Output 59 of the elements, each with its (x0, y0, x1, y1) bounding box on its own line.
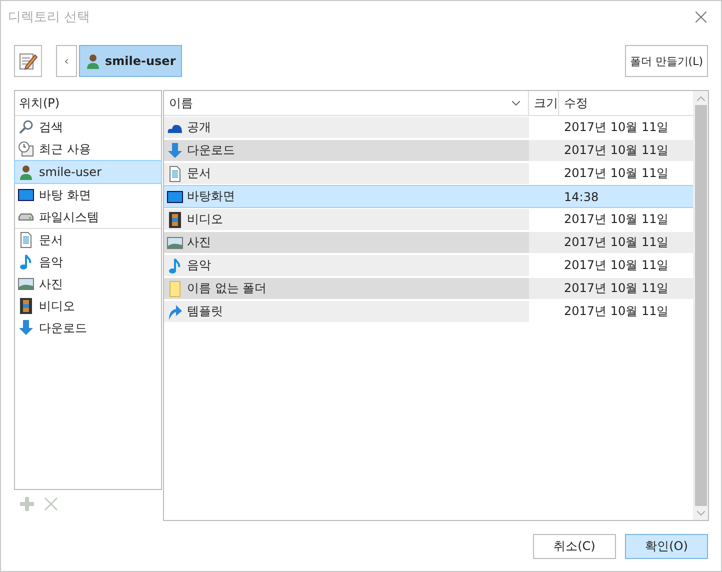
edit-location-button[interactable] (14, 45, 42, 77)
scrollbar[interactable] (693, 91, 708, 520)
place-item[interactable]: 문서 (14, 229, 162, 251)
document-icon (167, 166, 183, 182)
close-button[interactable]: × (681, 1, 721, 33)
file-name-cell[interactable]: 문서 (164, 163, 529, 184)
clock-document-icon (18, 141, 34, 157)
monitor-icon (18, 187, 34, 203)
new-folder-button[interactable]: 폴더 만들기(L) (624, 45, 708, 77)
image-icon (167, 234, 183, 250)
notepad-pencil-icon (18, 51, 38, 71)
file-name-cell[interactable]: 음악 (164, 255, 529, 276)
file-name-cell[interactable]: 공개 (164, 117, 529, 138)
scroll-up-icon[interactable] (697, 96, 705, 100)
music-note-icon (167, 258, 183, 274)
path-button[interactable]: smile-user (79, 45, 182, 77)
film-icon (167, 212, 183, 228)
cancel-button[interactable]: 취소(C) (533, 534, 616, 559)
place-item[interactable]: 음악 (14, 251, 162, 273)
place-item[interactable]: 파일시스템 (14, 206, 162, 228)
down-arrow-icon (167, 142, 183, 158)
modified-cell: 2017년 10월 11일 (529, 278, 693, 299)
image-icon (18, 276, 34, 292)
file-name-cell[interactable]: 바탕화면 (164, 186, 529, 207)
folder-icon (167, 280, 183, 296)
name-column-header[interactable]: 이름 (164, 91, 529, 115)
monitor-icon (167, 188, 183, 204)
place-item[interactable]: 사진 (14, 273, 162, 295)
scroll-down-icon[interactable] (697, 510, 705, 516)
file-name-cell[interactable]: 사진 (164, 232, 529, 253)
search-icon (18, 119, 34, 135)
shortcut-arrow-icon (167, 304, 183, 320)
user-icon (85, 53, 101, 69)
places-header: 위치(P) (19, 94, 60, 112)
file-name-cell[interactable]: 이름 없는 폴더 (164, 278, 529, 299)
window-title: 디렉토리 선택 (8, 9, 90, 26)
place-item[interactable]: smile-user (14, 160, 162, 184)
back-button[interactable]: ‹ (56, 45, 77, 77)
ok-button[interactable]: 확인(O) (625, 534, 708, 559)
modified-column-header[interactable]: 수정 (559, 91, 693, 115)
place-item[interactable]: 비디오 (14, 295, 162, 317)
file-name-cell[interactable]: 다운로드 (164, 140, 529, 161)
modified-cell: 2017년 10월 11일 (529, 140, 693, 161)
place-item[interactable]: 최근 사용 (14, 138, 162, 160)
place-item[interactable]: 바탕 화면 (14, 184, 162, 206)
down-arrow-icon (18, 320, 34, 336)
file-name-cell[interactable]: 비디오 (164, 209, 529, 230)
place-item[interactable]: 검색 (14, 116, 162, 138)
user-icon (18, 164, 34, 180)
film-icon (18, 298, 34, 314)
modified-cell: 2017년 10월 11일 (529, 232, 693, 253)
modified-cell: 14:38 (529, 186, 693, 207)
drive-icon (18, 213, 34, 221)
caret-icon (512, 100, 520, 106)
music-note-icon (18, 254, 34, 270)
document-icon (18, 232, 34, 248)
size-column-header[interactable]: 크기 (529, 91, 559, 115)
file-name-cell[interactable]: 템플릿 (164, 301, 529, 322)
place-item[interactable]: 다운로드 (14, 317, 162, 339)
